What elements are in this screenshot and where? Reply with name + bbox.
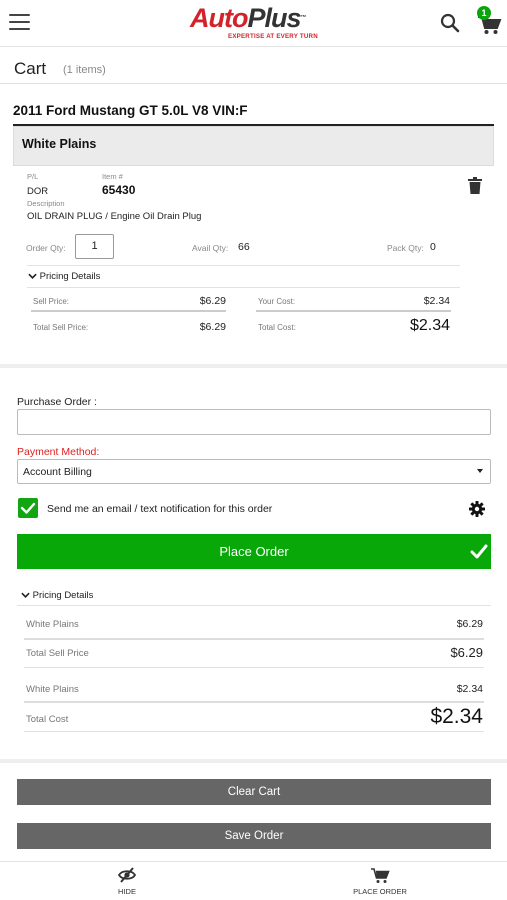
divider bbox=[24, 731, 484, 732]
item-pricing-details-label: Pricing Details bbox=[39, 271, 101, 282]
section-divider bbox=[0, 364, 507, 368]
summary-row-label: Total Sell Price bbox=[26, 648, 89, 659]
order-qty-input[interactable]: 1 bbox=[75, 234, 114, 259]
cart-count-badge: 1 bbox=[477, 6, 491, 20]
summary-total-cost: $2.34 bbox=[430, 705, 483, 728]
gear-icon[interactable] bbox=[469, 501, 485, 517]
page-title: Cart bbox=[14, 59, 47, 78]
checkmark-icon bbox=[20, 502, 36, 514]
notification-label: Send me an email / text notification for… bbox=[47, 503, 273, 515]
footer-place-order-label: PLACE ORDER bbox=[353, 887, 407, 896]
place-order-label: Place Order bbox=[219, 544, 289, 559]
item-pricing-details-toggle[interactable]: Pricing Details bbox=[28, 271, 100, 282]
pack-qty-value: 0 bbox=[430, 241, 436, 253]
order-qty-label: Order Qty: bbox=[26, 243, 66, 253]
purchase-order-label: Purchase Order : bbox=[17, 396, 97, 408]
store-header: White Plains bbox=[13, 126, 494, 166]
description-label: Description bbox=[27, 199, 65, 208]
summary-row-value: $6.29 bbox=[456, 618, 483, 630]
caret-down-icon bbox=[477, 469, 483, 473]
bottom-toolbar: HIDE PLACE ORDER bbox=[0, 861, 507, 900]
item-description: OIL DRAIN PLUG / Engine Oil Drain Plug bbox=[27, 211, 202, 222]
total-cost-value: $2.34 bbox=[409, 317, 450, 334]
autoplus-logo[interactable]: AutoPlus™ EXPERTISE AT EVERY TURN bbox=[190, 5, 320, 43]
save-order-button[interactable]: Save Order bbox=[17, 823, 491, 849]
purchase-order-input[interactable] bbox=[17, 409, 491, 435]
summary-row-label: Total Cost bbox=[26, 714, 69, 725]
app-header: AutoPlus™ EXPERTISE AT EVERY TURN 1 bbox=[0, 0, 507, 47]
pack-qty-label: Pack Qty: bbox=[387, 243, 424, 253]
divider bbox=[27, 265, 460, 266]
logo-tagline: EXPERTISE AT EVERY TURN bbox=[228, 33, 318, 40]
eye-slash-icon bbox=[117, 867, 137, 883]
divider bbox=[24, 638, 484, 640]
hide-label: HIDE bbox=[118, 887, 136, 896]
total-sell-price-label: Total Sell Price: bbox=[33, 323, 89, 332]
summary-pricing-details-toggle[interactable]: Pricing Details bbox=[21, 590, 93, 601]
total-sell-price-value: $6.29 bbox=[199, 321, 226, 333]
vehicle-title: 2011 Ford Mustang GT 5.0L V8 VIN:F bbox=[13, 103, 248, 118]
clear-cart-label: Clear Cart bbox=[227, 786, 281, 798]
search-icon[interactable] bbox=[440, 13, 460, 33]
sell-price-value: $6.29 bbox=[199, 295, 226, 307]
check-icon bbox=[470, 544, 488, 559]
divider bbox=[256, 310, 451, 312]
summary-row-label: White Plains bbox=[26, 684, 79, 695]
sell-price-label: Sell Price: bbox=[33, 297, 70, 306]
cart-item-count: (1 items) bbox=[63, 64, 106, 76]
your-cost-label: Your Cost: bbox=[258, 297, 296, 306]
menu-icon[interactable] bbox=[9, 14, 30, 31]
chevron-down-icon bbox=[21, 593, 30, 599]
payment-method-value: Account Billing bbox=[23, 466, 92, 478]
cart-icon bbox=[371, 868, 390, 883]
avail-qty-label: Avail Qty: bbox=[192, 243, 229, 253]
divider bbox=[17, 605, 491, 606]
avail-qty-value: 66 bbox=[238, 241, 250, 253]
notification-checkbox[interactable] bbox=[18, 498, 38, 518]
payment-method-label: Payment Method: bbox=[17, 446, 100, 458]
summary-row-value: $2.34 bbox=[456, 683, 483, 695]
place-order-button[interactable]: Place Order bbox=[17, 534, 491, 569]
cart-title-row: Cart (1 items) bbox=[0, 48, 507, 84]
summary-row-value: $6.29 bbox=[450, 645, 483, 660]
item-number-label: Item # bbox=[102, 172, 123, 181]
pl-label: P/L bbox=[27, 172, 39, 181]
hide-button[interactable]: HIDE bbox=[82, 865, 172, 896]
item-number: 65430 bbox=[102, 183, 136, 197]
store-name: White Plains bbox=[22, 137, 97, 151]
footer-place-order-button[interactable]: PLACE ORDER bbox=[335, 865, 425, 896]
your-cost-value: $2.34 bbox=[423, 295, 450, 307]
summary-row-label: White Plains bbox=[26, 619, 79, 630]
chevron-down-icon bbox=[28, 274, 37, 280]
section-divider bbox=[0, 759, 507, 763]
pl-value: DOR bbox=[27, 186, 49, 197]
divider bbox=[24, 701, 484, 703]
total-cost-label: Total Cost: bbox=[258, 323, 296, 332]
clear-cart-button[interactable]: Clear Cart bbox=[17, 779, 491, 805]
divider bbox=[24, 667, 484, 668]
divider bbox=[31, 310, 226, 312]
trash-icon[interactable] bbox=[468, 177, 482, 194]
divider bbox=[27, 287, 460, 288]
summary-pricing-details-label: Pricing Details bbox=[32, 590, 94, 601]
payment-method-select[interactable]: Account Billing bbox=[17, 459, 491, 484]
save-order-label: Save Order bbox=[224, 830, 284, 842]
